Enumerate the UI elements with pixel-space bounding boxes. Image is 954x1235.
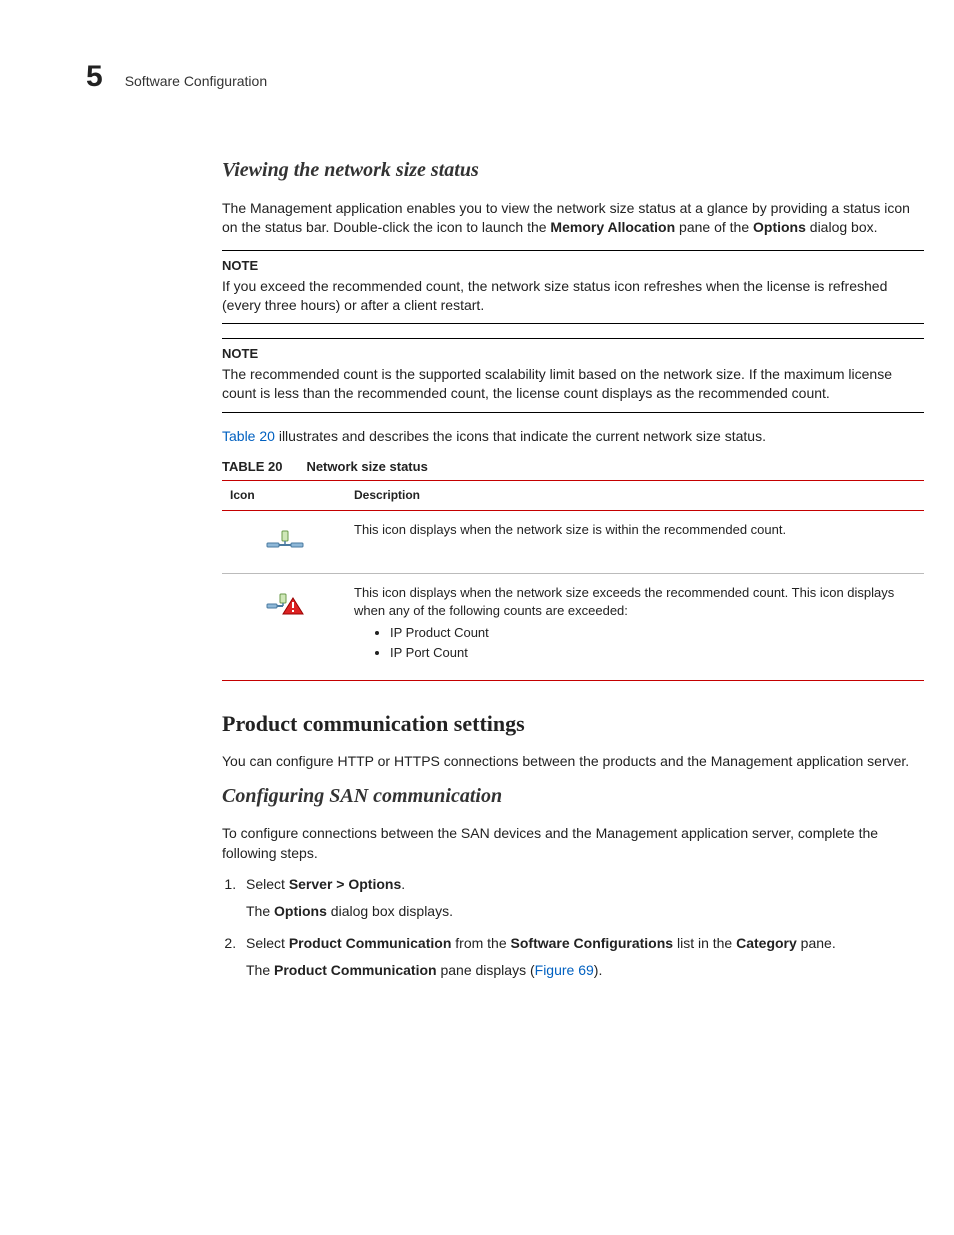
text-bold: Server > Options (289, 876, 401, 892)
note-text: The recommended count is the supported s… (222, 365, 924, 404)
network-size-status-table: Icon Description Th (222, 480, 924, 681)
note-label: NOTE (222, 257, 924, 275)
table-title: Network size status (306, 459, 427, 474)
exceeded-counts-list: IP Product Count IP Port Count (354, 624, 918, 662)
page-content: Viewing the network size status The Mana… (222, 157, 924, 980)
table-row: This icon displays when the network size… (222, 510, 924, 574)
table-number: TABLE 20 (222, 458, 282, 476)
text: illustrates and describes the icons that… (275, 428, 766, 444)
text-bold: Memory Allocation (550, 219, 675, 235)
note-block-1: NOTE If you exceed the recommended count… (222, 250, 924, 325)
network-ok-icon (265, 527, 305, 553)
intro-paragraph: The Management application enables you t… (222, 199, 924, 238)
table-crossref-link[interactable]: Table 20 (222, 428, 275, 444)
step-sub: The Product Communication pane displays … (246, 961, 924, 980)
step-1: Select Server > Options. The Options dia… (240, 875, 924, 922)
paragraph: You can configure HTTP or HTTPS connecti… (222, 752, 924, 771)
section-heading-viewing: Viewing the network size status (222, 157, 924, 185)
text: This icon displays when the network size… (354, 585, 894, 618)
page-header: 5 Software Configuration (86, 56, 924, 97)
icon-cell-warning (222, 574, 346, 681)
description-cell: This icon displays when the network size… (346, 574, 924, 681)
note-text: If you exceed the recommended count, the… (222, 277, 924, 316)
section-heading-product-comm: Product communication settings (222, 709, 924, 739)
text-bold: Product Communication (289, 935, 452, 951)
text-bold: Options (274, 903, 327, 919)
text: Select (246, 935, 289, 951)
figure-crossref-link[interactable]: Figure 69 (535, 962, 594, 978)
icon-cell-ok (222, 510, 346, 574)
steps-list: Select Server > Options. The Options dia… (222, 875, 924, 980)
table-row: This icon displays when the network size… (222, 574, 924, 681)
chapter-title: Software Configuration (125, 72, 267, 91)
text: . (401, 876, 405, 892)
chapter-number: 5 (86, 56, 103, 97)
text: pane. (797, 935, 836, 951)
note-label: NOTE (222, 345, 924, 363)
table-leadin: Table 20 illustrates and describes the i… (222, 427, 924, 446)
note-block-2: NOTE The recommended count is the suppor… (222, 338, 924, 413)
text: ). (594, 962, 603, 978)
table-header-icon: Icon (222, 480, 346, 510)
text-bold: Options (753, 219, 806, 235)
list-item: IP Port Count (390, 644, 918, 662)
text: dialog box displays. (327, 903, 453, 919)
text-bold: Software Configurations (511, 935, 674, 951)
network-warning-icon (265, 590, 305, 616)
paragraph: To configure connections between the SAN… (222, 824, 924, 863)
list-item: IP Product Count (390, 624, 918, 642)
text: pane displays ( (437, 962, 535, 978)
section-heading-config-san: Configuring SAN communication (222, 783, 924, 811)
table-caption: TABLE 20 Network size status (222, 458, 924, 476)
text: dialog box. (806, 219, 878, 235)
step-2: Select Product Communication from the So… (240, 934, 924, 981)
text: list in the (673, 935, 736, 951)
text: pane of the (675, 219, 753, 235)
table-header-description: Description (346, 480, 924, 510)
step-sub: The Options dialog box displays. (246, 902, 924, 921)
text: The (246, 903, 274, 919)
text: from the (451, 935, 510, 951)
text: Select (246, 876, 289, 892)
text-bold: Category (736, 935, 797, 951)
text-bold: Product Communication (274, 962, 437, 978)
description-cell: This icon displays when the network size… (346, 510, 924, 574)
text: The (246, 962, 274, 978)
